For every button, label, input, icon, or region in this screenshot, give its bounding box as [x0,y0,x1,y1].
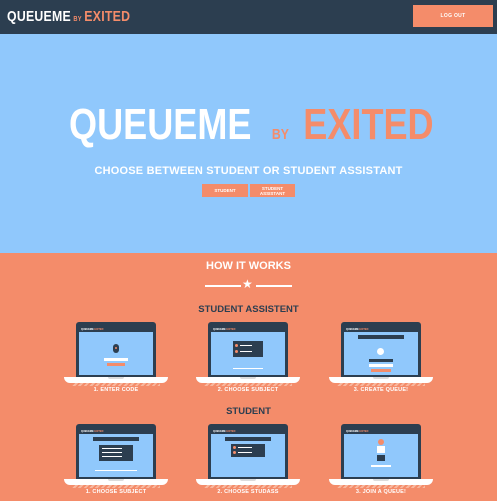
mini-code-input [104,358,128,361]
mini-person-head [378,439,384,445]
mini-dot [233,446,236,449]
laptop-notch [373,377,389,379]
laptop-student-step-3: QUEUEME EXITED [329,424,433,488]
step-caption: 2. CHOOSE SUBJECT [217,387,279,393]
laptop-assistant-step-1: QUEUEME EXITED [64,322,168,386]
brand-logo[interactable]: QUEUEME BY EXITED [7,8,130,25]
laptop-assistant-step-2: QUEUEME EXITED [196,322,300,386]
laptop-notch [240,479,256,481]
how-it-works-heading: HOW IT WORKS [206,260,291,272]
laptop-screen: QUEUEME EXITED [341,322,421,377]
laptop-screen: QUEUEME EXITED [76,322,156,377]
laptop-shadow [337,485,425,488]
divider-left [205,285,241,287]
mini-header-bar [358,335,404,339]
mini-brand: QUEUEME EXITED [81,328,104,331]
mini-queue-input [369,364,393,367]
mini-studass-list [231,444,265,457]
mini-navbar: QUEUEME EXITED [344,429,418,434]
laptop-shadow [204,383,292,386]
student-button[interactable]: STUDENT [202,184,248,197]
laptop-display: QUEUEME EXITED [211,327,285,375]
divider-right [256,285,292,287]
mini-brand: QUEUEME EXITED [81,430,104,433]
laptop-notch [240,377,256,379]
mini-dot [235,344,238,347]
star-icon: ★ [242,277,253,291]
laptop-shadow [204,485,292,488]
step-caption: 2. CHOOSE STUDASS [217,489,279,495]
laptop-student-step-2: QUEUEME EXITED [196,424,300,488]
laptop-notch [373,479,389,481]
navbar: QUEUEME BY EXITED LOG OUT [0,0,497,34]
laptop-shadow [337,383,425,386]
mini-navbar: QUEUEME EXITED [211,429,285,434]
mini-navbar: QUEUEME EXITED [344,327,418,332]
mini-line [102,448,122,449]
mini-line [238,447,252,448]
mini-footer-line [233,368,263,369]
laptop-screen: QUEUEME EXITED [341,424,421,479]
laptop-display: QUEUEME EXITED [79,327,153,375]
brand-by: BY [73,16,82,23]
laptop-display: QUEUEME EXITED [211,429,285,477]
brand-exited: EXITED [84,8,131,25]
mini-footer-line [95,470,137,471]
mini-navbar: QUEUEME EXITED [79,327,153,332]
hero-title-main: QUEUEME [68,100,252,149]
laptop-display: QUEUEME EXITED [79,429,153,477]
laptop-shadow [72,485,160,488]
laptop-screen: QUEUEME EXITED [76,424,156,479]
hero-title: QUEUEME BY EXITED [0,100,497,150]
laptop-notch [108,479,124,481]
step-caption: 3. CREATE QUEUE! [353,387,409,393]
student-section-title: STUDENT [226,406,271,417]
student-assistant-button[interactable]: STUDENT ASSISTANT [250,184,295,197]
mini-keyhole [115,347,117,349]
laptop-shadow [72,383,160,386]
mini-line [102,456,122,457]
mini-line [240,351,252,352]
mini-queue-number [377,455,385,461]
mini-queue-row [369,359,393,362]
assistant-section-title: STUDENT ASSISTENT [198,304,299,315]
laptop-screen: QUEUEME EXITED [208,424,288,479]
mini-create-button [371,369,391,372]
mini-navbar: QUEUEME EXITED [211,327,285,332]
mini-brand: QUEUEME EXITED [346,328,369,331]
brand-main: QUEUEME [7,8,71,25]
laptop-screen: QUEUEME EXITED [208,322,288,377]
laptop-notch [108,377,124,379]
mini-dot [235,350,238,353]
step-caption: 1. CHOOSE SUBJECT [85,489,147,495]
mini-status-line [371,465,391,467]
step-caption: 3. JOIN A QUEUE! [355,489,407,495]
mini-enter-button [107,363,125,366]
step-caption: 1. ENTER CODE [93,387,139,393]
laptop-display: QUEUEME EXITED [344,327,418,375]
logout-button[interactable]: LOG OUT [413,5,493,27]
mini-navbar: QUEUEME EXITED [79,429,153,434]
hero-subtitle: CHOOSE BETWEEN STUDENT OR STUDENT ASSIST… [94,165,403,177]
mini-line [238,452,252,453]
laptop-student-step-1: QUEUEME EXITED [64,424,168,488]
mini-line [240,345,252,346]
hero-section: QUEUEME BY EXITED CHOOSE BETWEEN STUDENT… [0,34,497,253]
mini-brand: QUEUEME EXITED [213,430,236,433]
laptop-display: QUEUEME EXITED [344,429,418,477]
hero-title-by: BY [271,126,289,143]
mini-clock-icon [377,348,384,355]
mini-header-bar [93,437,139,441]
mini-person-body [377,446,385,453]
hero-title-exited: EXITED [303,100,434,149]
mini-dot [233,451,236,454]
mini-header-bar [225,437,271,441]
mini-brand: QUEUEME EXITED [346,430,369,433]
laptop-assistant-step-3: QUEUEME EXITED [329,322,433,386]
mini-brand: QUEUEME EXITED [213,328,236,331]
mini-line [102,452,122,453]
